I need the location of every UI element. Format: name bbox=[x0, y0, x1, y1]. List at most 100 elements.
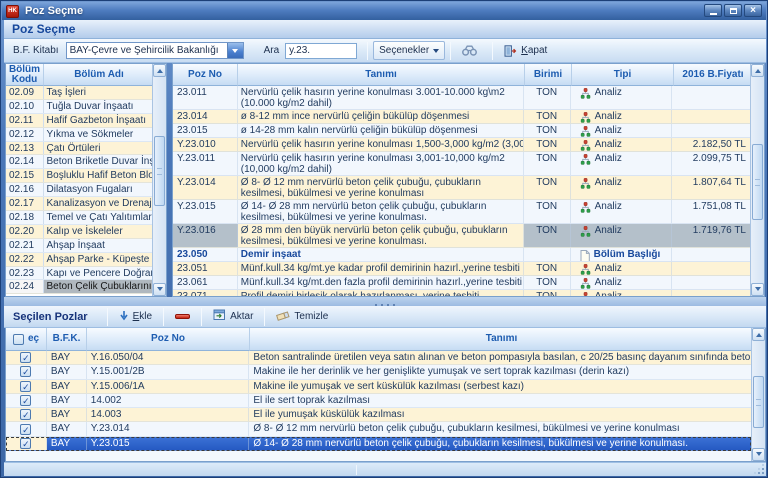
scroll-down-icon[interactable] bbox=[153, 283, 166, 296]
remove-button[interactable] bbox=[169, 308, 196, 326]
add-button[interactable]: Ekle bbox=[113, 308, 158, 326]
table-row[interactable]: ✓BAYY.23.015Ø 14- Ø 28 mm nervürlü beton… bbox=[6, 437, 751, 451]
scroll-down-icon[interactable] bbox=[752, 448, 765, 461]
column-header-sec[interactable]: ✓ eç bbox=[6, 328, 47, 351]
right-scrollbar[interactable] bbox=[750, 64, 764, 296]
cell-tanimi: Ø 14- Ø 28 mm nervürlü beton çelik çubuğ… bbox=[238, 200, 524, 223]
table-row[interactable]: 02.09Taş İşleri bbox=[6, 86, 152, 100]
cell-poz-no: Y.15.006/1A bbox=[87, 380, 250, 393]
analysis-tree-icon bbox=[580, 126, 591, 137]
table-row[interactable]: ✓BAY14.003El ile yumuşak küskülük kazılm… bbox=[6, 408, 751, 422]
table-row[interactable]: 02.21Ahşap İnşaat bbox=[6, 239, 152, 253]
scroll-up-icon[interactable] bbox=[752, 328, 765, 341]
type-label: Analiz bbox=[595, 177, 622, 188]
table-row[interactable]: ✓BAYY.16.050/04Beton santralinde üretile… bbox=[6, 351, 751, 365]
table-row[interactable]: 02.13Çatı Örtüleri bbox=[6, 142, 152, 156]
cell-birimi: TON bbox=[524, 86, 571, 109]
table-row[interactable]: 02.11Hafif Gazbeton İnşaatı bbox=[6, 114, 152, 128]
table-row[interactable]: 23.061Münf.kull.34 kg/mt.den fazla profi… bbox=[173, 276, 750, 290]
scrollbar-thumb[interactable] bbox=[753, 376, 764, 428]
column-header-birimi[interactable]: Birimi bbox=[525, 64, 572, 86]
table-row[interactable]: 02.14Beton Briketle Duvar İnşaatı bbox=[6, 155, 152, 169]
row-checkbox[interactable]: ✓ bbox=[20, 438, 31, 449]
column-header-tipi[interactable]: Tipi bbox=[572, 64, 674, 86]
row-checkbox[interactable]: ✓ bbox=[20, 395, 31, 406]
options-button[interactable]: Seçenekler bbox=[373, 41, 445, 60]
table-row[interactable]: 02.18Temel ve Çatı Yalıtımları bbox=[6, 211, 152, 225]
left-scrollbar[interactable] bbox=[152, 64, 166, 296]
row-checkbox[interactable]: ✓ bbox=[20, 424, 31, 435]
table-row[interactable]: Y.23.011Nervürlü çelik hasırın yerine ko… bbox=[173, 152, 750, 176]
row-checkbox[interactable]: ✓ bbox=[20, 352, 31, 363]
clear-button[interactable]: Temizle bbox=[270, 308, 334, 326]
table-row[interactable]: 23.050Demir inşaatBölüm Başlığı bbox=[173, 248, 750, 262]
row-checkbox[interactable]: ✓ bbox=[20, 381, 31, 392]
table-row[interactable]: 02.10Tuğla Duvar İnşaatı bbox=[6, 100, 152, 114]
table-row[interactable]: 23.011Nervürlü çelik hasırın yerine konu… bbox=[173, 86, 750, 110]
table-row[interactable]: 02.23Kapı ve Pencere Doğramaları bbox=[6, 267, 152, 281]
cell-poz-no: 14.002 bbox=[87, 394, 250, 407]
table-row[interactable]: 02.22Ahşap Parke - Küpeşte ve Lar bbox=[6, 253, 152, 267]
table-row[interactable]: 23.015ø 14-28 mm kalın nervürlü çeliğin … bbox=[173, 124, 750, 138]
table-row[interactable]: Y.23.016Ø 28 mm den büyük nervürlü beton… bbox=[173, 224, 750, 248]
title-bar: HK Poz Seçme × bbox=[2, 2, 766, 20]
minimize-button[interactable] bbox=[704, 4, 722, 17]
cell-sec: ✓ bbox=[6, 422, 47, 435]
scrollbar-thumb[interactable] bbox=[154, 136, 165, 206]
scroll-up-icon[interactable] bbox=[153, 64, 166, 77]
table-row[interactable]: 23.014ø 8-12 mm ince nervürlü çeliğin bü… bbox=[173, 110, 750, 124]
table-row[interactable]: 02.16Dilatasyon Fugaları bbox=[6, 183, 152, 197]
row-checkbox[interactable]: ✓ bbox=[20, 366, 31, 377]
cell-tanimi: Makine ile her derinlik ve her genişlikt… bbox=[249, 365, 751, 378]
table-row[interactable]: 02.24Beton Çelik Çubuklarının İşle bbox=[6, 280, 152, 294]
table-row[interactable]: Y.23.015Ø 14- Ø 28 mm nervürlü beton çel… bbox=[173, 200, 750, 224]
column-header-bfk[interactable]: B.F.K. bbox=[47, 328, 87, 351]
toolbar-separator bbox=[107, 308, 108, 326]
cell-bolum-kodu: 02.14 bbox=[6, 155, 44, 168]
scrollbar-thumb[interactable] bbox=[752, 144, 763, 220]
cell-poz-no: 23.071 bbox=[173, 290, 238, 296]
cell-tipi: Analiz bbox=[571, 86, 673, 109]
checkbox-icon[interactable]: ✓ bbox=[13, 334, 24, 345]
selected-positions-table: ✓ eç B.F.K. Poz No Tanımı ✓BAYY.16.050/0… bbox=[5, 328, 766, 462]
chevron-down-icon[interactable] bbox=[227, 43, 243, 58]
transfer-button[interactable]: Aktar bbox=[207, 308, 259, 326]
table-row[interactable]: ✓BAYY.15.006/1AMakine ile yumuşak ve ser… bbox=[6, 380, 751, 394]
maximize-button[interactable] bbox=[724, 4, 742, 17]
table-row[interactable]: 02.12Yıkma ve Sökmeler bbox=[6, 128, 152, 142]
column-header-poz-no[interactable]: Poz No bbox=[173, 64, 238, 86]
table-row[interactable]: Y.23.010Nervürlü çelik hasırın yerine ko… bbox=[173, 138, 750, 152]
table-row[interactable]: Y.23.014Ø 8- Ø 12 mm nervürlü beton çeli… bbox=[173, 176, 750, 200]
table-row[interactable]: ✓BAYY.15.001/2BMakine ile her derinlik v… bbox=[6, 365, 751, 379]
scroll-up-icon[interactable] bbox=[751, 64, 764, 77]
resize-grip-icon[interactable] bbox=[754, 464, 764, 474]
cell-birimi: TON bbox=[524, 276, 571, 289]
row-checkbox[interactable]: ✓ bbox=[20, 409, 31, 420]
close-dialog-button[interactable]: Kapat bbox=[498, 41, 553, 60]
transfer-label: Aktar bbox=[230, 311, 253, 322]
column-header-poz-no[interactable]: Poz No bbox=[87, 328, 250, 351]
table-row[interactable]: 02.15Boşluklu Hafif Beton Blok (As bbox=[6, 169, 152, 183]
column-header-tanimi[interactable]: Tanımı bbox=[250, 328, 753, 351]
table-row[interactable]: 02.20Kalıp ve İskeleler bbox=[6, 225, 152, 239]
close-button[interactable]: × bbox=[744, 4, 762, 17]
bf-book-select[interactable]: BAY-Çevre ve Şehircilik Bakanlığı bbox=[66, 42, 244, 59]
table-row[interactable]: 23.051Münf.kull.34 kg/mt.ye kadar profil… bbox=[173, 262, 750, 276]
find-button[interactable] bbox=[456, 41, 487, 60]
column-header-tanimi[interactable]: Tanımı bbox=[238, 64, 525, 86]
table-row[interactable]: 02.17Kanalizasyon ve Drenaj İçin B bbox=[6, 197, 152, 211]
column-header-fiyat[interactable]: 2016 B.Fiyatı bbox=[674, 64, 752, 86]
cell-birimi: TON bbox=[524, 110, 571, 123]
column-header-bolum-adi[interactable]: Bölüm Adı bbox=[44, 64, 154, 86]
horizontal-splitter[interactable] bbox=[4, 297, 766, 306]
table-row[interactable]: ✓BAY14.002El ile sert toprak kazılması bbox=[6, 394, 751, 408]
search-input[interactable] bbox=[285, 43, 357, 59]
bottom-scrollbar[interactable] bbox=[751, 328, 765, 461]
column-header-bolum-kodu[interactable]: Bölüm Kodu bbox=[6, 64, 44, 86]
table-row[interactable]: ✓BAYY.23.014Ø 8- Ø 12 mm nervürlü beton … bbox=[6, 422, 751, 436]
transfer-icon bbox=[213, 309, 226, 324]
table-row[interactable]: 23.071Profil demiri birleşik olarak hazı… bbox=[173, 290, 750, 296]
scroll-down-icon[interactable] bbox=[751, 283, 764, 296]
type-label: Analiz bbox=[595, 111, 622, 122]
type-label: Analiz bbox=[595, 125, 622, 136]
